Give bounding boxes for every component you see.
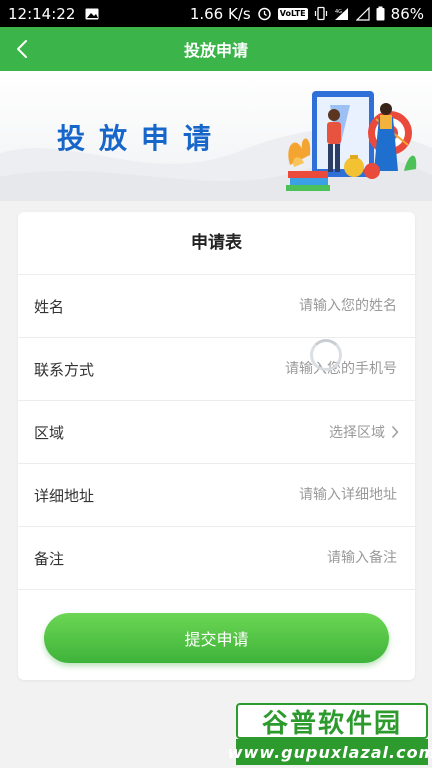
alarm-icon: [257, 6, 272, 21]
app-bar: 投放申请: [0, 27, 432, 71]
remark-label: 备注: [34, 549, 65, 568]
address-input[interactable]: [215, 486, 399, 504]
status-bar: 12:14:22 1.66 K/s VoLTE 4G 86%: [0, 0, 432, 27]
watermark-url: www.gupuxlazal.com: [228, 739, 432, 765]
region-label: 区域: [34, 423, 65, 442]
remark-input[interactable]: [215, 549, 399, 567]
image-icon: [85, 8, 99, 20]
delivery-illustration: [286, 91, 417, 191]
site-watermark: 谷普软件园 www.gupuxlazal.com: [228, 703, 432, 765]
form-row-address: 详细地址: [18, 464, 415, 527]
form-row-remark: 备注: [18, 527, 415, 590]
form-row-name: 姓名: [18, 275, 415, 338]
signal-2-icon: [355, 6, 370, 21]
name-input[interactable]: [215, 297, 399, 315]
name-label: 姓名: [34, 297, 65, 316]
form-row-region[interactable]: 区域 选择区域: [18, 401, 415, 464]
page-title: 投放申请: [183, 41, 248, 60]
back-button[interactable]: [10, 35, 34, 63]
network-speed: 1.66 K/s: [189, 4, 251, 23]
submit-button[interactable]: 提交申请: [44, 613, 389, 663]
region-select-placeholder: 选择区域: [329, 425, 385, 441]
svg-text:4G: 4G: [335, 9, 342, 15]
chevron-right-icon: [391, 426, 399, 438]
region-select[interactable]: 选择区域: [329, 422, 399, 442]
volte-badge: VoLTE: [277, 7, 308, 20]
battery-percent: 86%: [390, 4, 424, 23]
form-row-contact: 联系方式: [18, 338, 415, 401]
address-label: 详细地址: [34, 486, 95, 505]
chevron-left-icon: [17, 40, 27, 58]
vibrate-icon: [314, 6, 328, 21]
loading-spinner: [310, 339, 342, 371]
phone-input[interactable]: [215, 360, 399, 378]
contact-label: 联系方式: [34, 360, 95, 379]
signal-icon: 4G: [334, 7, 350, 21]
banner-title: 投放申请: [57, 122, 226, 155]
form-title: 申请表: [18, 212, 415, 275]
banner: 投放申请: [0, 71, 432, 201]
status-time: 12:14:22: [8, 4, 76, 23]
application-form-card: 申请表 姓名 联系方式 区域 选择区域 详细地址 备注 提交申请: [18, 212, 415, 680]
watermark-brand: 谷普软件园: [236, 703, 428, 739]
battery-icon: [376, 6, 385, 21]
